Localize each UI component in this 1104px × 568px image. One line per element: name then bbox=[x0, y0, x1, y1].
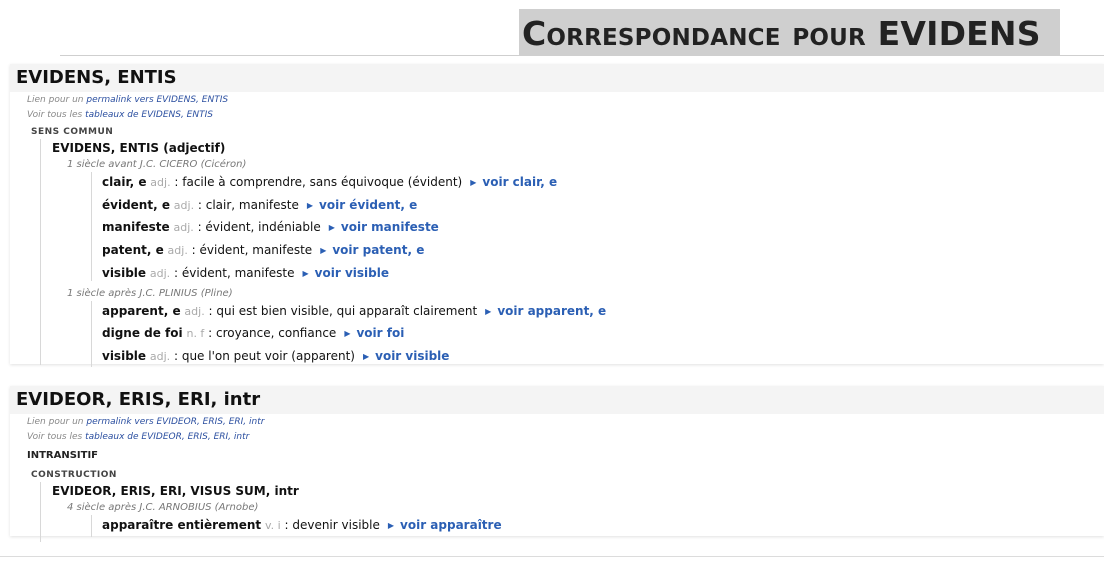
definition-word: patent, e bbox=[102, 243, 164, 258]
definition-text: : croyance, confiance bbox=[204, 326, 337, 341]
voir-link[interactable]: voir patent, e bbox=[332, 243, 424, 257]
period-label: 4 siècle après J.C. ARNOBIUS (Arnobe) bbox=[67, 502, 259, 513]
definition-text: : devenir visible bbox=[280, 518, 380, 532]
section-label: Construction bbox=[31, 470, 117, 480]
definition-word: clair, e bbox=[102, 175, 147, 189]
definition-group: clair, e adj. : facile à comprendre, san… bbox=[91, 172, 1104, 286]
sense-block: EVIDEOR, ERIS, ERI, VISUS SUM, intr 4 si… bbox=[40, 482, 1104, 542]
arrow-right-icon: ▶ bbox=[328, 223, 335, 233]
definition-row: apparent, e adj. : qui est bien visible,… bbox=[92, 301, 1104, 324]
grammar-tag: adj. bbox=[149, 266, 171, 280]
grammar-tag: adj. bbox=[173, 198, 195, 212]
definition-row: manifeste adj. : évident, indéniable ▶ voi… bbox=[92, 217, 1104, 240]
tables-link[interactable]: tableaux de EVIDENS, ENTIS bbox=[85, 110, 213, 120]
tables-prefix: Voir tous les bbox=[27, 432, 86, 442]
definition-text: : évident, manifeste bbox=[187, 243, 313, 258]
page-title: Correspondance pour EVIDENS bbox=[519, 9, 1060, 55]
definition-row: visible adj. : évident, manifeste ▶ voir v… bbox=[92, 263, 1104, 286]
tables-prefix: Voir tous les bbox=[27, 110, 86, 120]
arrow-right-icon: ▶ bbox=[470, 178, 477, 187]
title-divider bbox=[60, 55, 1104, 56]
definition-word: manifeste bbox=[102, 220, 170, 235]
arrow-right-icon: ▶ bbox=[362, 351, 370, 361]
grammar-tag: adj. bbox=[149, 349, 171, 363]
permalink-line: Lien pour un permalink vers EVIDENS, ENT… bbox=[10, 93, 1104, 108]
bottom-divider bbox=[0, 556, 1104, 557]
arrow-right-icon: ▶ bbox=[387, 521, 395, 530]
definition-text: : évident, manifeste bbox=[170, 265, 295, 280]
sense-tree-line bbox=[40, 482, 41, 542]
period-label: 1 siècle avant J.C. CICERO (Cicéron) bbox=[67, 159, 247, 170]
sense-block: EVIDENS, ENTIS (adjectif) 1 siècle avant… bbox=[40, 139, 1104, 369]
permalink-prefix: Lien pour un bbox=[27, 95, 87, 105]
definition-row: clair, e adj. : facile à comprendre, san… bbox=[92, 172, 1104, 195]
definition-row: patent, e adj. : évident, manifeste ▶ voir… bbox=[92, 240, 1104, 263]
definition-text: : qui est bien visible, qui apparaît cla… bbox=[204, 303, 478, 318]
voir-link[interactable]: voir visible bbox=[375, 349, 449, 363]
voir-link[interactable]: voir apparent, e bbox=[497, 304, 606, 318]
definition-tree-line bbox=[91, 300, 92, 367]
tables-link[interactable]: tableaux de EVIDEOR, ERIS, ERI, intr bbox=[85, 432, 249, 442]
entry-heading: EVIDEOR, ERIS, ERI, intr bbox=[10, 386, 1104, 414]
definition-word: évident, e bbox=[102, 197, 170, 212]
definition-row: digne de foi n. f : croyance, confiance ▶… bbox=[92, 323, 1104, 346]
definition-word: visible bbox=[102, 348, 147, 363]
grammar-tag: v. i bbox=[264, 519, 281, 532]
definition-row: apparaître entièrement v. i : devenir vi… bbox=[92, 515, 1104, 538]
tables-line: Voir tous les tableaux de EVIDEOR, ERIS,… bbox=[10, 430, 1104, 445]
voir-link[interactable]: voir visible bbox=[315, 266, 389, 280]
grammar-tag: adj. bbox=[167, 244, 188, 258]
arrow-right-icon: ▶ bbox=[306, 200, 314, 210]
grammar-tag: adj. bbox=[150, 176, 171, 189]
permalink-prefix: Lien pour un bbox=[27, 417, 87, 427]
definition-group: apparent, e adj. : qui est bien visible,… bbox=[91, 300, 1104, 369]
arrow-right-icon: ▶ bbox=[320, 246, 327, 256]
definition-tree-line bbox=[91, 172, 92, 281]
voir-link[interactable]: voir évident, e bbox=[319, 198, 417, 212]
entry-evideor: EVIDEOR, ERIS, ERI, intr Lien pour un pe… bbox=[10, 386, 1104, 542]
voir-link[interactable]: voir foi bbox=[356, 326, 404, 340]
arrow-right-icon: ▶ bbox=[344, 329, 351, 339]
lemma: EVIDEOR, ERIS, ERI, VISUS SUM, intr bbox=[40, 482, 1104, 500]
category-label: Intransitif bbox=[27, 450, 99, 461]
voir-link[interactable]: voir apparaître bbox=[400, 518, 502, 532]
definition-row: visible adj. : que l'on peut voir (appar… bbox=[92, 346, 1104, 369]
definition-text: : que l'on peut voir (apparent) bbox=[170, 348, 355, 363]
arrow-right-icon: ▶ bbox=[485, 306, 492, 316]
section-label: Sens commun bbox=[31, 127, 114, 137]
definition-tree-line bbox=[91, 515, 92, 537]
definition-text: : évident, indéniable bbox=[193, 220, 321, 235]
arrow-right-icon: ▶ bbox=[302, 268, 309, 278]
lemma-text: EVIDEOR, ERIS, ERI, VISUS SUM, intr bbox=[52, 484, 299, 498]
lemma: EVIDENS, ENTIS (adjectif) bbox=[40, 139, 1104, 157]
period-label: 1 siècle après J.C. PLINIUS (Pline) bbox=[67, 287, 233, 299]
entry-evidens: EVIDENS, ENTIS Lien pour un permalink ve… bbox=[10, 64, 1104, 367]
grammar-tag: n. f bbox=[186, 327, 205, 341]
entry-heading: EVIDENS, ENTIS bbox=[10, 64, 1104, 92]
lemma-pos: (adjectif) bbox=[163, 141, 226, 155]
definition-word: apparaître entièrement bbox=[102, 518, 262, 532]
permalink-line: Lien pour un permalink vers EVIDEOR, ERI… bbox=[10, 415, 1104, 430]
definition-word: visible bbox=[102, 265, 147, 280]
permalink-link[interactable]: permalink vers EVIDENS, ENTIS bbox=[86, 95, 228, 105]
sense-tree-line bbox=[40, 139, 41, 365]
tables-line: Voir tous les tableaux de EVIDENS, ENTIS bbox=[10, 108, 1104, 123]
grammar-tag: adj. bbox=[184, 304, 205, 318]
definition-group: apparaître entièrement v. i : devenir vi… bbox=[91, 515, 1104, 538]
definition-row: évident, e adj. : clair, manifeste ▶ voir … bbox=[92, 195, 1104, 218]
voir-link[interactable]: voir manifeste bbox=[341, 220, 439, 234]
voir-link[interactable]: voir clair, e bbox=[482, 175, 557, 189]
definition-word: digne de foi bbox=[102, 326, 183, 341]
definition-text: : facile à comprendre, sans équivoque (é… bbox=[170, 175, 463, 189]
definition-text: : clair, manifeste bbox=[194, 197, 299, 212]
lemma-text: EVIDENS, ENTIS bbox=[52, 141, 160, 155]
permalink-link[interactable]: permalink vers EVIDEOR, ERIS, ERI, intr bbox=[86, 417, 264, 427]
definition-word: apparent, e bbox=[102, 303, 181, 318]
grammar-tag: adj. bbox=[173, 221, 194, 235]
